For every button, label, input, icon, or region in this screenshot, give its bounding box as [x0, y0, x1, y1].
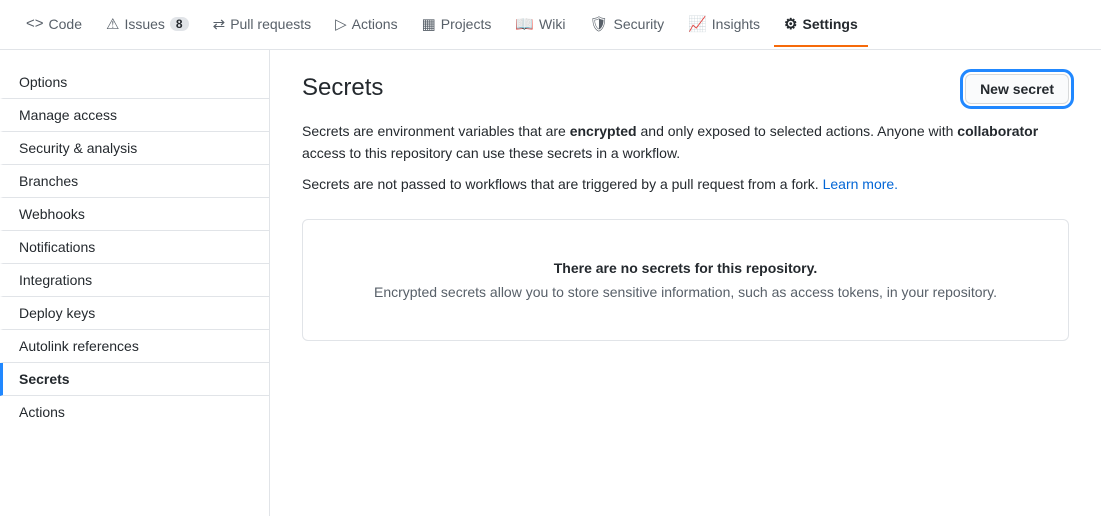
- nav-issues[interactable]: ⚠ Issues 8: [96, 3, 199, 47]
- projects-icon: ▦: [422, 15, 436, 33]
- empty-secrets-box: There are no secrets for this repository…: [302, 219, 1069, 341]
- nav-insights-label: Insights: [712, 16, 760, 32]
- nav-insights[interactable]: 📈 Insights: [678, 3, 770, 47]
- nav-pullrequests-label: Pull requests: [230, 16, 311, 32]
- nav-code[interactable]: <> Code: [16, 3, 92, 46]
- nav-issues-label: Issues: [124, 16, 164, 32]
- sidebar-item-integrations[interactable]: Integrations: [0, 264, 269, 297]
- nav-security-label: Security: [614, 16, 665, 32]
- sidebar-item-notifications[interactable]: Notifications: [0, 231, 269, 264]
- page-title: Secrets: [302, 74, 383, 102]
- nav-actions-label: Actions: [352, 16, 398, 32]
- desc-line1-bold1: encrypted: [570, 123, 637, 139]
- sidebar-item-autolink-references-label: Autolink references: [19, 338, 139, 354]
- sidebar-item-actions[interactable]: Actions: [0, 396, 269, 428]
- nav-projects[interactable]: ▦ Projects: [412, 3, 502, 47]
- desc-line1-before: Secrets are environment variables that a…: [302, 123, 570, 139]
- sidebar-item-branches[interactable]: Branches: [0, 165, 269, 198]
- wiki-icon: 📖: [515, 15, 534, 33]
- sidebar-item-branches-label: Branches: [19, 173, 78, 189]
- learn-more-link[interactable]: Learn more.: [823, 176, 898, 192]
- nav-pullrequests[interactable]: ⇄ Pull requests: [203, 3, 322, 47]
- actions-icon: ▷: [335, 15, 347, 33]
- main-header: Secrets New secret: [302, 74, 1069, 104]
- sidebar-item-deploy-keys-label: Deploy keys: [19, 305, 95, 321]
- sidebar-item-secrets-label: Secrets: [19, 371, 70, 387]
- sidebar-item-autolink-references[interactable]: Autolink references: [0, 330, 269, 363]
- new-secret-button[interactable]: New secret: [965, 74, 1069, 104]
- pullrequest-icon: ⇄: [213, 15, 226, 33]
- main-content: Secrets New secret Secrets are environme…: [270, 50, 1101, 516]
- top-nav: <> Code ⚠ Issues 8 ⇄ Pull requests ▷ Act…: [0, 0, 1101, 50]
- desc-line1-bold2: collaborator: [957, 123, 1038, 139]
- insights-icon: 📈: [688, 15, 707, 33]
- settings-icon: ⚙: [784, 15, 797, 33]
- nav-wiki[interactable]: 📖 Wiki: [505, 3, 575, 47]
- sidebar-item-options[interactable]: Options: [0, 66, 269, 99]
- desc-line2-before: Secrets are not passed to workflows that…: [302, 176, 823, 192]
- sidebar-item-actions-label: Actions: [19, 404, 65, 420]
- nav-code-label: Code: [49, 16, 82, 32]
- nav-actions[interactable]: ▷ Actions: [325, 3, 407, 47]
- empty-box-title: There are no secrets for this repository…: [323, 260, 1048, 276]
- sidebar-item-security-analysis[interactable]: Security & analysis: [0, 132, 269, 165]
- nav-projects-label: Projects: [441, 16, 492, 32]
- empty-box-description: Encrypted secrets allow you to store sen…: [323, 284, 1048, 300]
- sidebar: Options Manage access Security & analysi…: [0, 50, 270, 516]
- sidebar-item-notifications-label: Notifications: [19, 239, 95, 255]
- sidebar-item-secrets[interactable]: Secrets: [0, 363, 269, 396]
- security-icon: 🛡: [589, 15, 608, 33]
- desc-line1-after: access to this repository can use these …: [302, 145, 680, 161]
- layout: Options Manage access Security & analysi…: [0, 50, 1101, 516]
- issues-badge: 8: [170, 17, 189, 31]
- issues-icon: ⚠: [106, 15, 119, 33]
- desc-line1-mid: and only exposed to selected actions. An…: [637, 123, 958, 139]
- description-line2: Secrets are not passed to workflows that…: [302, 173, 1069, 195]
- description-line1: Secrets are environment variables that a…: [302, 120, 1069, 165]
- nav-wiki-label: Wiki: [539, 16, 565, 32]
- sidebar-item-manage-access[interactable]: Manage access: [0, 99, 269, 132]
- nav-security[interactable]: 🛡 Security: [579, 3, 674, 47]
- sidebar-item-webhooks-label: Webhooks: [19, 206, 85, 222]
- sidebar-item-deploy-keys[interactable]: Deploy keys: [0, 297, 269, 330]
- sidebar-item-webhooks[interactable]: Webhooks: [0, 198, 269, 231]
- nav-settings[interactable]: ⚙ Settings: [774, 3, 868, 47]
- code-icon: <>: [26, 15, 44, 32]
- sidebar-item-manage-access-label: Manage access: [19, 107, 117, 123]
- nav-settings-label: Settings: [803, 16, 858, 32]
- sidebar-item-integrations-label: Integrations: [19, 272, 92, 288]
- sidebar-item-security-analysis-label: Security & analysis: [19, 140, 137, 156]
- sidebar-item-options-label: Options: [19, 74, 67, 90]
